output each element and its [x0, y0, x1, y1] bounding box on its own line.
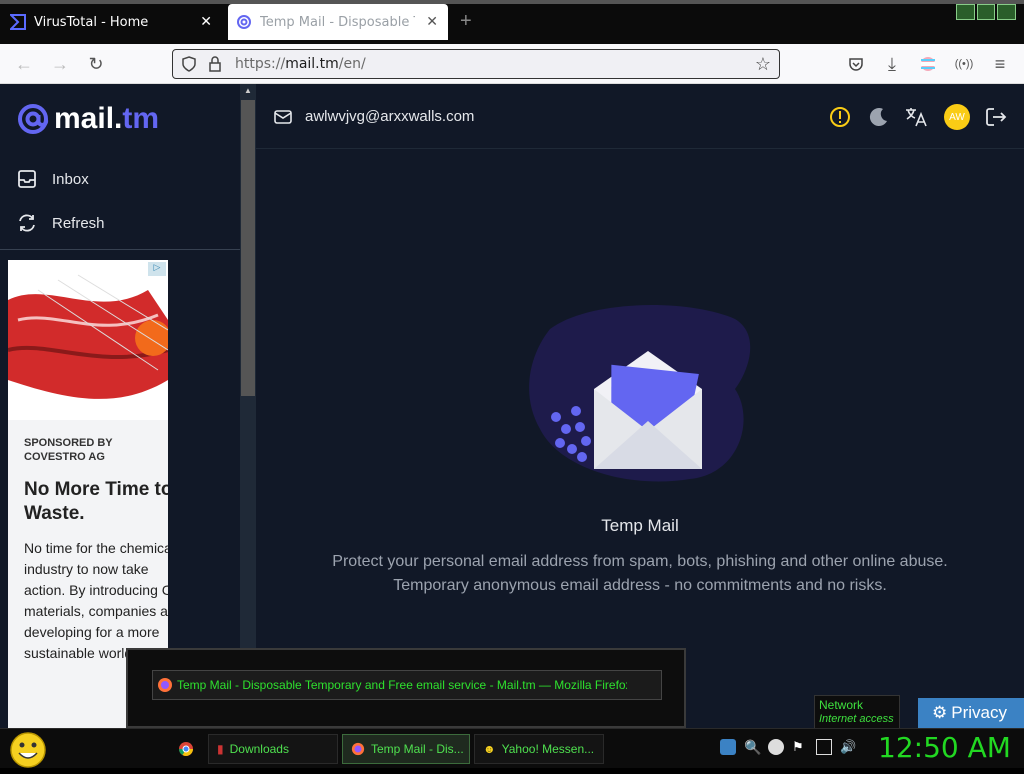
system-tray: 🔍 ⚑ 🔊	[720, 739, 856, 755]
taskbar: ▮ Downloads Temp Mail - Dis... ☻ Yahoo! …	[0, 728, 1024, 768]
tab-label: VirusTotal - Home	[34, 14, 149, 30]
sidebar-item-label: Inbox	[52, 170, 89, 188]
taskbar-item-downloads[interactable]: ▮ Downloads	[208, 734, 338, 764]
pocket-icon[interactable]	[844, 52, 868, 76]
virustotal-icon	[10, 14, 26, 30]
sidebar-scrollbar[interactable]: ▲	[240, 84, 256, 728]
tab-temp-mail[interactable]: Temp Mail - Disposable Temporary ✕	[228, 4, 448, 40]
sidebar-item-inbox[interactable]: Inbox	[16, 168, 89, 190]
taskbar-item-yahoo-messenger[interactable]: ☻ Yahoo! Messen...	[474, 734, 604, 764]
yahoo-messenger-icon: ☻	[483, 742, 496, 756]
gear-icon: ⚙	[932, 703, 948, 722]
volume-icon[interactable]: 🔊	[840, 739, 856, 755]
menu-hamburger-icon[interactable]: ≡	[988, 52, 1012, 76]
forward-arrow-icon[interactable]: →	[48, 52, 72, 76]
sidebar-divider	[0, 249, 240, 250]
lock-icon[interactable]	[207, 56, 223, 72]
inbox-icon	[18, 170, 36, 188]
tab-close-icon[interactable]: ✕	[200, 14, 212, 30]
taskbar-item-temp-mail[interactable]: Temp Mail - Dis...	[342, 734, 470, 764]
page-content: mail.tm Inbox Refresh ▷ SPONSORED BY COV…	[0, 84, 1024, 728]
extension-icon[interactable]: ((•))	[952, 52, 976, 76]
browser-tab-strip: VirusTotal - Home ✕ Temp Mail - Disposab…	[0, 0, 1024, 44]
url-bar[interactable]: https://mail.tm/en/ ☆	[172, 49, 780, 79]
window-controls[interactable]	[956, 4, 1017, 20]
hero-description: Protect your personal email address from…	[332, 553, 948, 594]
tab-virustotal[interactable]: VirusTotal - Home ✕	[0, 4, 222, 40]
window-preview-popup[interactable]: Temp Mail - Disposable Temporary and Fre…	[126, 648, 686, 728]
logo[interactable]: mail.tm	[16, 102, 159, 136]
shield-tray-icon[interactable]	[720, 739, 736, 755]
shield-icon[interactable]	[181, 56, 197, 72]
clock[interactable]: 12:50 AM	[878, 731, 1011, 764]
window-title: Temp Mail - Disposable Temporary and Fre…	[177, 678, 627, 692]
reload-icon[interactable]: ↻	[84, 52, 108, 76]
search-tray-icon[interactable]: 🔍	[744, 739, 761, 755]
translate-icon[interactable]	[903, 104, 929, 130]
url-text: https://mail.tm/en/	[235, 56, 366, 72]
chrome-icon[interactable]	[178, 741, 194, 762]
refresh-icon	[19, 214, 35, 232]
scroll-up-icon[interactable]: ▲	[244, 86, 252, 95]
back-arrow-icon[interactable]: ←	[12, 52, 36, 76]
ad-body: No time for the chemical industry to now…	[24, 540, 168, 661]
scrollbar-thumb[interactable]	[241, 100, 255, 396]
adchoices-icon[interactable]: ▷	[148, 262, 166, 276]
mailtm-favicon-icon	[237, 15, 251, 29]
extension-flag-icon[interactable]	[916, 52, 940, 76]
sidebar-item-label: Refresh	[52, 214, 105, 232]
browser-navbar: ← → ↻ https://mail.tm/en/ ☆ ⤓ ((•)) ≡	[0, 44, 1024, 84]
hero-title: Temp Mail	[601, 516, 679, 535]
flag-tray-icon[interactable]: ⚑	[792, 739, 808, 755]
bookmark-star-icon[interactable]: ☆	[755, 54, 771, 75]
alert-icon[interactable]	[827, 104, 853, 130]
at-logo-icon	[18, 104, 49, 134]
tab-label: Temp Mail - Disposable Temporary	[260, 14, 415, 30]
header-bar: awlwvjvg@arxxwalls.com AW	[256, 84, 1024, 149]
ad-sponsor: SPONSORED BY COVESTRO AG	[24, 437, 113, 463]
ad-image[interactable]	[8, 260, 168, 420]
mail-icon	[274, 110, 292, 124]
logo-text: mail.tm	[54, 102, 160, 135]
messenger-tray-icon[interactable]	[768, 739, 784, 755]
downloads-icon: ▮	[217, 742, 224, 756]
dark-mode-moon-icon[interactable]	[866, 104, 892, 130]
new-tab-button[interactable]: +	[460, 10, 472, 33]
firefox-icon	[158, 678, 172, 692]
logout-icon[interactable]	[983, 104, 1009, 130]
tab-close-icon[interactable]: ✕	[426, 14, 438, 30]
download-icon[interactable]: ⤓	[880, 52, 904, 76]
firefox-icon	[351, 742, 365, 756]
sidebar: mail.tm Inbox Refresh ▷ SPONSORED BY COV…	[0, 84, 256, 728]
sidebar-item-refresh[interactable]: Refresh	[16, 212, 105, 234]
network-tray-icon[interactable]	[816, 739, 832, 755]
ad-headline[interactable]: No More Time to Waste.	[24, 478, 168, 526]
network-status-tooltip: Network Internet access	[814, 695, 900, 729]
email-address[interactable]: awlwvjvg@arxxwalls.com	[305, 108, 474, 125]
window-preview-item[interactable]: Temp Mail - Disposable Temporary and Fre…	[152, 670, 662, 700]
empty-inbox-illustration	[529, 305, 751, 482]
avatar[interactable]: AW	[944, 104, 970, 130]
privacy-button[interactable]: ⚙ Privacy	[918, 698, 1024, 728]
